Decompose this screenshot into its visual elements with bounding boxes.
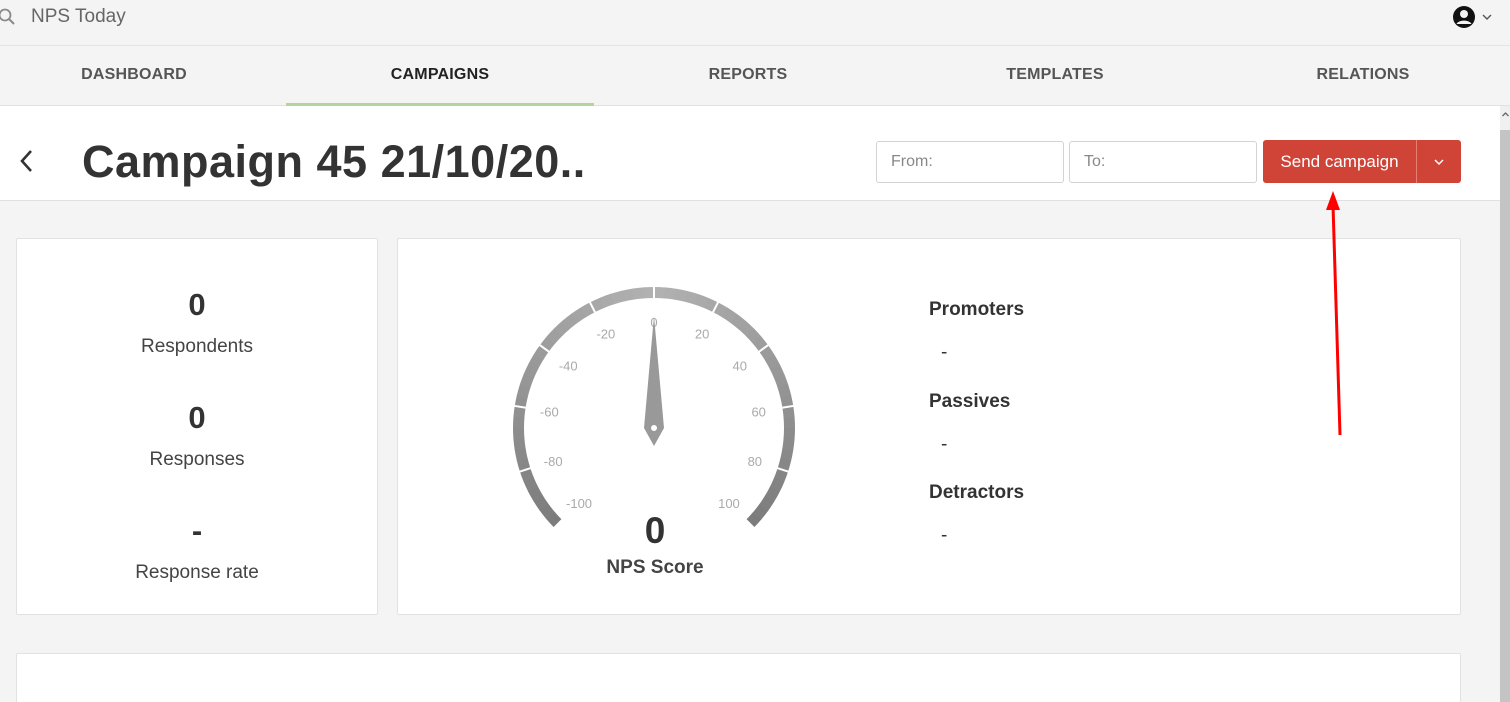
gauge-tick-label: 40: [733, 359, 747, 374]
detractors-value: -: [941, 525, 948, 546]
chevron-down-icon: [1482, 14, 1492, 20]
gauge-arc-segment: [589, 297, 605, 313]
gauge-arc-segment: [780, 448, 794, 462]
gauge-arc-segment: [539, 335, 556, 352]
tab-templates[interactable]: TEMPLATES: [901, 46, 1209, 106]
gauge-arc-segment: [769, 477, 785, 493]
gauge-arc-segment: [712, 302, 729, 318]
gauge-arc-segment: [764, 486, 780, 503]
main-nav: DASHBOARD CAMPAIGNS REPORTS TEMPLATES RE…: [0, 46, 1510, 106]
tab-dashboard[interactable]: DASHBOARD: [0, 46, 288, 106]
gauge-arc-segment: [528, 353, 544, 370]
gauge-tick-label: 100: [718, 496, 740, 511]
gauge-arc-segment: [528, 486, 544, 502]
gauge-arc-segment: [523, 477, 539, 493]
gauge-arc-segment: [514, 394, 528, 408]
gauge-arc-segment: [519, 373, 535, 388]
gauge-arc-segment: [546, 327, 563, 344]
gauge-arc-segment: [674, 288, 688, 302]
gauge-arc-segment: [514, 447, 528, 461]
scrollbar-thumb[interactable]: [1500, 130, 1510, 702]
scroll-up-icon[interactable]: [1501, 108, 1510, 122]
promoters-value: -: [941, 342, 948, 363]
gauge-arc-segment: [758, 495, 775, 512]
page-title: Campaign 45 21/10/20..: [82, 136, 586, 187]
user-menu-button[interactable]: [1452, 4, 1492, 30]
nps-score-label: NPS Score: [606, 557, 704, 578]
gauge-arc-segment: [738, 320, 755, 337]
respondents-label: Respondents: [141, 336, 253, 357]
campaign-header: Campaign 45 21/10/20.. Send campaign: [0, 106, 1500, 201]
search-icon: [0, 8, 15, 25]
passives-heading: Passives: [929, 391, 1011, 412]
gauge-needle-pivot: [651, 425, 657, 431]
from-date-input[interactable]: [876, 141, 1064, 183]
gauge-tick-label: 20: [695, 327, 709, 342]
to-date-input[interactable]: [1069, 141, 1257, 183]
search-input[interactable]: NPS Today: [31, 6, 126, 28]
tab-reports[interactable]: REPORTS: [594, 46, 902, 106]
gauge-arc-segment: [774, 374, 789, 389]
gauge-arc-segment: [769, 363, 785, 379]
send-options-dropdown-button[interactable]: [1416, 140, 1461, 183]
back-arrow-icon[interactable]: [16, 146, 38, 176]
respondents-count: 0: [188, 287, 206, 322]
responses-count: 0: [188, 400, 206, 435]
gauge-arc-segment: [730, 313, 747, 330]
response-rate-value: -: [191, 513, 203, 548]
promoters-heading: Promoters: [929, 299, 1025, 320]
gauge-arc-segment: [554, 320, 571, 337]
gauge-arc-segment: [782, 405, 795, 419]
gauge-arc-segment: [513, 437, 526, 451]
gauge-arc-segment: [694, 293, 709, 309]
nps-gauge: -100-80-60-40-20020406080100: [510, 283, 798, 532]
gauge-tick-label: -80: [544, 454, 563, 469]
gauge-arc-segment: [631, 287, 645, 300]
gauge-arc-segment: [764, 354, 780, 370]
gauge-arc-segment: [610, 290, 625, 305]
gauge-arc-segment: [664, 287, 677, 300]
tab-campaigns[interactable]: CAMPAIGNS: [286, 46, 594, 106]
gauge-arc-segment: [777, 384, 792, 399]
gauge-arc-segment: [759, 345, 775, 361]
gauge-arc-segment: [745, 328, 762, 345]
response-rate-label: Response rate: [135, 562, 259, 583]
gauge-tick-label: -100: [566, 496, 592, 511]
gauge-arc-segment: [516, 457, 531, 472]
responses-label: Responses: [149, 449, 245, 470]
detractors-heading: Detractors: [929, 482, 1025, 503]
gauge-needle: [644, 316, 664, 446]
gauge-arc-segment: [721, 307, 738, 324]
chevron-down-icon: [1434, 158, 1444, 165]
gauge-tick-label: -40: [559, 359, 578, 374]
gauge-arc-segment: [752, 504, 769, 521]
gauge-arc-segment: [562, 313, 579, 330]
gauge-arc-segment: [600, 293, 615, 308]
user-avatar-icon: [1453, 6, 1475, 28]
stats-card: 0 Respondents 0 Responses - Response rat…: [16, 238, 378, 615]
gauge-tick-label: 60: [751, 404, 765, 419]
passives-value: -: [941, 434, 948, 455]
gauge-arc-segment: [516, 383, 531, 398]
gauge-tick-label: -60: [540, 404, 559, 419]
gauge-arc-segment: [773, 468, 789, 483]
gauge-arc-segment: [523, 363, 539, 379]
gauge-arc-segment: [571, 307, 587, 323]
gauge-tick-label: 80: [748, 454, 762, 469]
gauge-arc-segment: [621, 288, 635, 302]
tab-relations[interactable]: RELATIONS: [1209, 46, 1510, 106]
send-campaign-button[interactable]: Send campaign: [1263, 140, 1416, 183]
gauge-tick-label: -20: [596, 327, 615, 342]
gauge-arc-segment: [533, 495, 549, 511]
gauge-arc-segment: [539, 503, 556, 520]
top-search-bar: NPS Today: [0, 0, 1510, 46]
details-card: [16, 653, 1461, 702]
nps-score-value: 0: [644, 510, 666, 551]
gauge-arc-segment: [684, 290, 699, 305]
gauge-arc-segment: [782, 438, 795, 451]
